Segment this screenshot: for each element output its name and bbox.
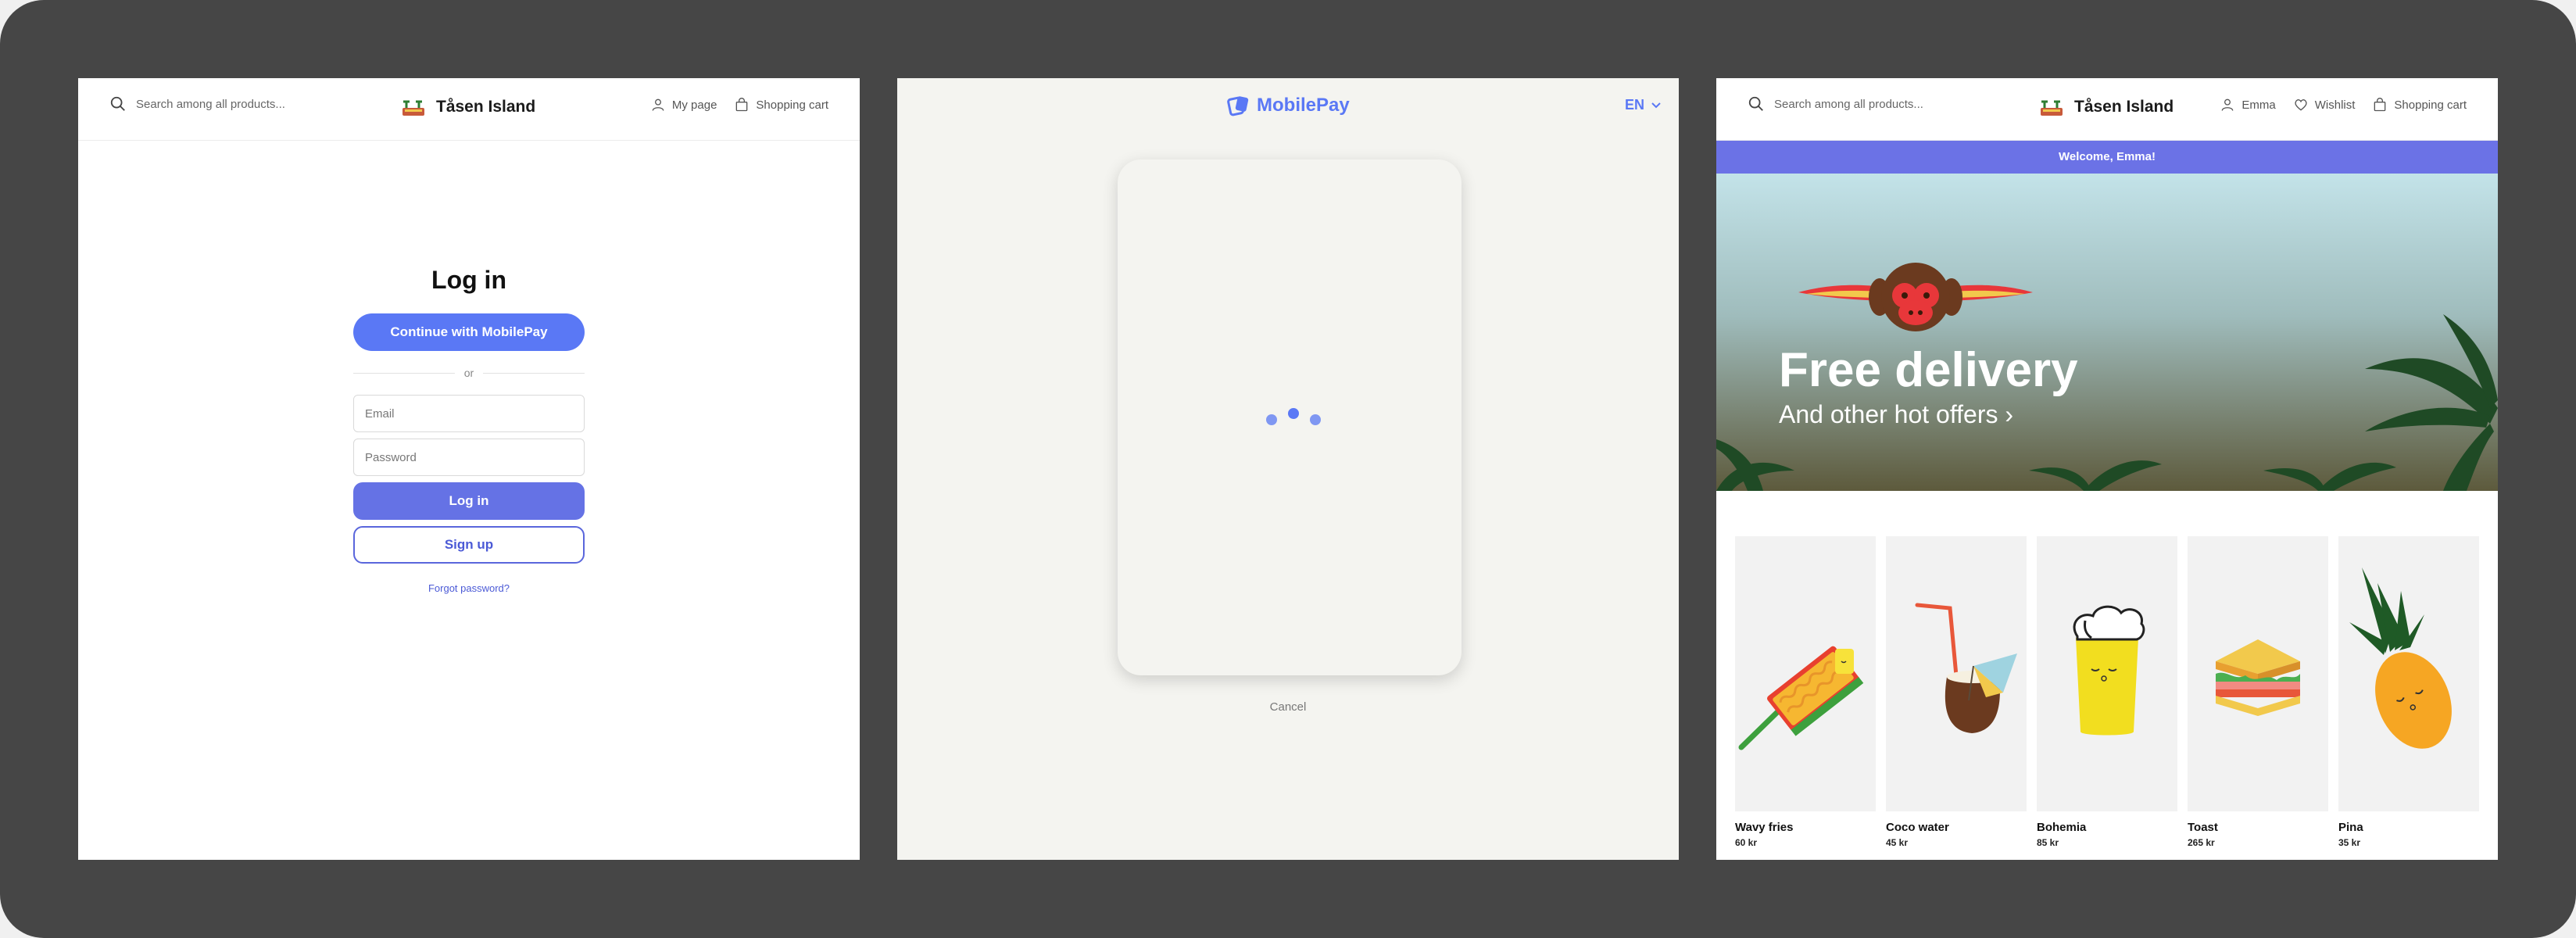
login-button[interactable]: Log in (353, 482, 585, 520)
island-logo-icon (2041, 100, 2063, 116)
product-card[interactable]: Toast 265 kr (2188, 536, 2328, 848)
product-card[interactable]: Bohemia 85 kr (2037, 536, 2177, 848)
product-price: 45 kr (1886, 837, 1909, 848)
product-name: Coco water (1886, 821, 1949, 834)
loading-indicator (1266, 405, 1321, 428)
password-field[interactable] (353, 439, 585, 476)
user-icon (2222, 98, 2234, 111)
shopping-cart-link[interactable]: Shopping cart (734, 97, 828, 113)
toast-illustration (2216, 639, 2300, 716)
hero-subtitle-link[interactable]: And other hot offers › (1779, 400, 2013, 429)
welcome-banner: Welcome, Emma! (1716, 141, 2498, 174)
mobilepay-logo-text: MobilePay (1257, 95, 1350, 116)
search-icon (110, 96, 125, 111)
product-price: 85 kr (2037, 837, 2059, 848)
product-image (1735, 536, 1876, 811)
device-frame: Search among all products... Tåsen Islan… (0, 0, 2576, 938)
user-name-label: Emma (2241, 98, 2276, 112)
shopping-bag-icon (736, 98, 748, 112)
product-image (2037, 536, 2177, 811)
user-icon (652, 98, 664, 111)
shopping-cart-label: Shopping cart (756, 98, 828, 112)
wishlist-label: Wishlist (2314, 98, 2356, 112)
shopping-cart-label: Shopping cart (2394, 98, 2467, 112)
language-selector[interactable]: EN (1625, 97, 1662, 113)
product-name: Toast (2188, 821, 2218, 834)
brand-name: Tåsen Island (436, 98, 536, 116)
product-price: 60 kr (1735, 837, 1758, 848)
hero-title: Free delivery (1779, 343, 2078, 397)
product-image (1886, 536, 2027, 811)
continue-with-mobilepay-button[interactable]: Continue with MobilePay (353, 313, 585, 351)
or-divider: or (353, 357, 585, 388)
product-image (2338, 536, 2479, 811)
product-price: 35 kr (2338, 837, 2361, 848)
wishlist-link[interactable]: Wishlist (2293, 97, 2356, 113)
header-nav: Emma Wishlist Shopping cart (2220, 97, 2467, 113)
header-nav: My page Shopping cart (650, 97, 828, 113)
signup-button[interactable]: Sign up (353, 526, 585, 564)
wavy-fries-illustration (1738, 646, 1864, 750)
chevron-down-icon (1651, 102, 1661, 108)
pina-pineapple-illustration (2349, 567, 2452, 749)
search-bar[interactable]: Search among all products... (1748, 92, 1923, 116)
coco-water-illustration (1915, 603, 2017, 733)
product-price: 265 kr (2188, 837, 2215, 848)
search-icon (1748, 96, 1763, 111)
loading-dot (1310, 414, 1321, 425)
product-name: Bohemia (2037, 821, 2087, 834)
or-label: or (454, 367, 484, 379)
bohemia-beer-illustration (2073, 605, 2145, 736)
login-title: Log in (431, 266, 506, 294)
shopping-bag-icon (2374, 98, 2386, 112)
mobilepay-logo-icon (1227, 96, 1249, 116)
language-label: EN (1624, 97, 1644, 113)
search-placeholder: Search among all products... (1774, 97, 1923, 111)
mobilepay-logo: MobilePay (1227, 94, 1350, 117)
product-name: Wavy fries (1735, 821, 1794, 834)
shopping-cart-link[interactable]: Shopping cart (2372, 97, 2467, 113)
loading-dot (1266, 414, 1277, 425)
cancel-link[interactable]: Cancel (897, 700, 1679, 714)
my-page-link[interactable]: My page (650, 97, 717, 113)
hero-background-illustration (1716, 174, 2498, 491)
product-name: Pina (2338, 821, 2363, 834)
product-grid: Wavy fries 60 kr Coco water 45 kr Bohemi… (1735, 536, 2479, 860)
product-image (2188, 536, 2328, 811)
site-header: Search among all products... Tåsen Islan… (78, 78, 860, 141)
forgot-password-link[interactable]: Forgot password? (353, 582, 585, 594)
search-placeholder: Search among all products... (136, 97, 285, 111)
home-screen: Search among all products... Tåsen Islan… (1716, 78, 2498, 860)
login-screen: Search among all products... Tåsen Islan… (78, 78, 860, 860)
site-logo[interactable]: Tåsen Island (400, 97, 535, 117)
product-card[interactable]: Coco water 45 kr (1886, 536, 2027, 848)
payment-card (1118, 159, 1462, 675)
brand-name: Tåsen Island (2074, 98, 2174, 116)
island-logo-icon (402, 100, 424, 116)
product-card[interactable]: Wavy fries 60 kr (1735, 536, 1876, 848)
product-card[interactable]: Pina 35 kr (2338, 536, 2479, 848)
mobilepay-screen: MobilePay EN Cancel (897, 78, 1679, 860)
site-logo[interactable]: Tåsen Island (2038, 97, 2174, 117)
loading-dot (1288, 408, 1299, 419)
login-form: Log in Continue with MobilePay or Log in… (353, 266, 585, 594)
email-field[interactable] (353, 395, 585, 432)
hero-banner[interactable]: Free delivery And other hot offers › (1716, 174, 2498, 491)
heart-icon (2295, 99, 2307, 111)
search-bar[interactable]: Search among all products... (109, 92, 285, 116)
user-account-link[interactable]: Emma (2220, 97, 2276, 113)
my-page-label: My page (671, 98, 717, 112)
site-header: Search among all products... Tåsen Islan… (1716, 78, 2498, 141)
